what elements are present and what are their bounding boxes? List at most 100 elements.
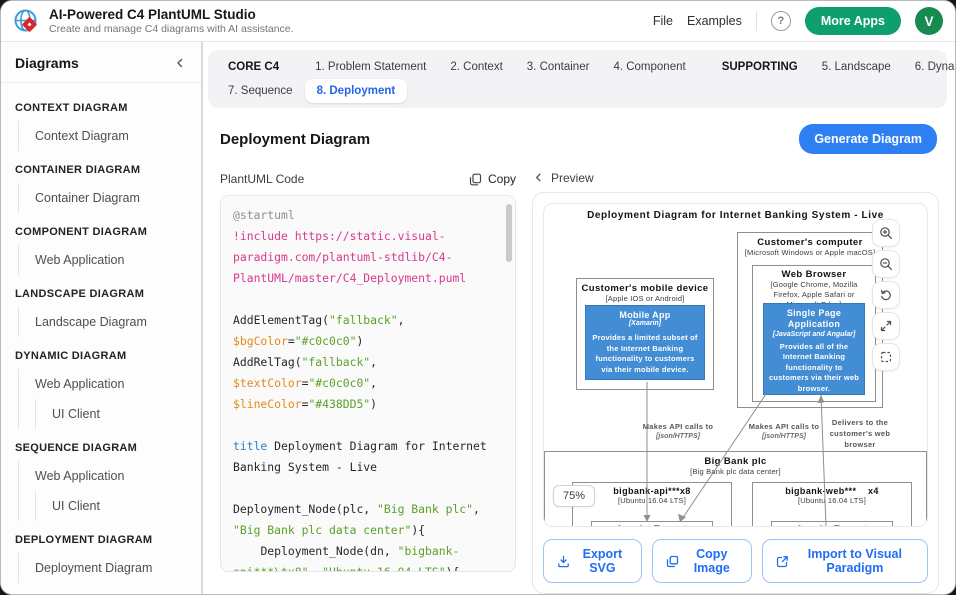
code-line: Deployment_Node(plc, "Big Bank plc", "Bi… [233, 499, 501, 541]
tab-7-sequence[interactable]: 7. Sequence [216, 79, 305, 103]
node-title: Customer's computer [738, 237, 882, 248]
node-title: Big Bank plc [545, 456, 926, 467]
edge-label-spa-api: Makes API calls to [json/HTTPS] [740, 422, 828, 440]
node-tech: [Microsoft Windows or Apple macOS] [738, 248, 882, 257]
tab-5-landscape[interactable]: 5. Landscape [810, 55, 903, 79]
tab-8-deployment[interactable]: 8. Deployment [305, 79, 408, 103]
edge-label-delivers: Delivers to the customer's web browser [829, 418, 891, 451]
node-tech: [Ubuntu 16.04 LTS] [753, 496, 911, 505]
tab-supporting[interactable]: SUPPORTING [710, 55, 810, 79]
sidebar-section-landscape-diagram: LANDSCAPE DIAGRAM [15, 283, 187, 307]
code-line: !include https://static.visual-paradigm.… [233, 226, 501, 289]
page-title: Deployment Diagram [220, 131, 370, 148]
code-line: Deployment_Node(dn, "bigbank-api***\tx8"… [233, 541, 501, 572]
sidebar-section-context-diagram: CONTEXT DIAGRAM [15, 97, 187, 121]
preview-label: Preview [551, 171, 594, 185]
code-line: AddRelTag("fallback", $textColor="#c0c0c… [233, 352, 501, 415]
node-title: Customer's mobile device [577, 283, 713, 294]
export-svg-button[interactable]: Export SVG [543, 539, 642, 583]
sidebar-item-web-application[interactable]: Web Application [19, 461, 187, 491]
sidebar-item-landscape-diagram[interactable]: Landscape Diagram [19, 307, 187, 337]
help-icon[interactable]: ? [771, 11, 791, 31]
sidebar-collapse-icon[interactable] [173, 56, 187, 70]
zoom-level-badge: 75% [553, 485, 595, 507]
sidebar-item-web-application[interactable]: Web Application [19, 369, 187, 399]
copy-image-icon [666, 555, 679, 568]
sidebar-item-ui-client[interactable]: UI Client [36, 399, 187, 429]
node-web-browser: Web Browser [Google Chrome, Mozilla Fire… [752, 265, 876, 402]
node-tech: [Ubuntu 16.04 LTS] [573, 496, 731, 505]
node-customers-computer: Customer's computer [Microsoft Windows o… [737, 232, 883, 408]
copy-code-button[interactable]: Copy [469, 172, 516, 186]
indent-guide: Web Application [18, 245, 187, 275]
node-title: Apache Tomcat [772, 524, 892, 527]
tab-core-c4[interactable]: CORE C4 [216, 55, 291, 79]
preview-controls [872, 219, 900, 371]
expand-icon[interactable] [872, 312, 900, 340]
tab-1-problem-statement[interactable]: 1. Problem Statement [303, 55, 438, 79]
sidebar-item-context-diagram[interactable]: Context Diagram [19, 121, 187, 151]
tab-3-container[interactable]: 3. Container [515, 55, 602, 79]
preview-card: Deployment Diagram for Internet Banking … [532, 192, 939, 594]
sidebar-item-deployment-diagram[interactable]: Deployment Diagram [19, 553, 187, 583]
node-title: bigbank-web*** x4 [753, 486, 911, 496]
code-line: @startuml [233, 205, 501, 226]
copy-image-label: Copy Image [686, 547, 738, 575]
node-apache-tomcat-web: Apache Tomcat [771, 521, 893, 527]
header-divider [756, 11, 757, 31]
generate-diagram-button[interactable]: Generate Diagram [799, 124, 937, 154]
indent-guide: Deployment Diagram [18, 553, 187, 583]
import-to-visual-paradigm-button[interactable]: Import to Visual Paradigm [762, 539, 928, 583]
more-apps-button[interactable]: More Apps [805, 7, 901, 35]
import-vp-label: Import to Visual Paradigm [796, 547, 914, 575]
edge-tech: [json/HTTPS] [624, 433, 732, 440]
copy-icon [469, 173, 482, 186]
tab-4-component[interactable]: 4. Component [601, 55, 697, 79]
container-desc: Provides a limited subset of the Interne… [589, 333, 701, 375]
node-title: bigbank-api***x8 [573, 486, 731, 496]
container-single-page-application: Single Page Application [JavaScript and … [763, 303, 865, 395]
node-bigbank-api: bigbank-api***x8 [Ubuntu 16.04 LTS] Apac… [572, 482, 732, 527]
edge-tech: [json/HTTPS] [740, 433, 828, 440]
edge-label-mobile-api: Makes API calls to [json/HTTPS] [624, 422, 732, 440]
preview-actions: Export SVG Copy Image [543, 539, 928, 583]
plantuml-code-editor[interactable]: @startuml!include https://static.visual-… [220, 195, 516, 572]
sidebar-title: Diagrams [15, 55, 79, 71]
container-tech: [JavaScript and Angular] [767, 331, 861, 338]
avatar[interactable]: V [915, 7, 943, 35]
indent-guide: UI Client [35, 491, 187, 521]
diagram-canvas[interactable]: Deployment Diagram for Internet Banking … [543, 203, 928, 527]
code-pane: PlantUML Code Copy @startuml!include htt… [220, 168, 516, 594]
sidebar-item-container-diagram[interactable]: Container Diagram [19, 183, 187, 213]
preview-collapse-icon[interactable] [532, 171, 545, 184]
node-tech: [Big Bank plc data center] [545, 467, 926, 476]
code-line: AddElementTag("fallback", $bgColor="#c0c… [233, 310, 501, 352]
reset-view-icon[interactable] [872, 281, 900, 309]
container-title: Single Page Application [767, 308, 861, 331]
sidebar-section-sequence-diagram: SEQUENCE DIAGRAM [15, 437, 187, 461]
download-icon [557, 555, 570, 568]
app-logo-icon [13, 8, 40, 35]
sidebar-section-dynamic-diagram: DYNAMIC DIAGRAM [15, 345, 187, 369]
zoom-in-icon[interactable] [872, 219, 900, 247]
node-apache-tomcat-api: Apache Tomcat [591, 521, 713, 527]
container-mobile-app: Mobile App [Xamarin] Provides a limited … [585, 305, 705, 380]
sidebar-item-web-application[interactable]: Web Application [19, 245, 187, 275]
fit-to-screen-icon[interactable] [872, 343, 900, 371]
copy-image-button[interactable]: Copy Image [652, 539, 752, 583]
edge-text: Makes API calls to [624, 422, 732, 433]
tab-2-context[interactable]: 2. Context [438, 55, 514, 79]
code-scrollbar[interactable] [506, 204, 512, 262]
sidebar-item-ui-client[interactable]: UI Client [36, 491, 187, 521]
menu-examples[interactable]: Examples [687, 14, 742, 28]
container-tech: [Xamarin] [589, 320, 701, 327]
menu-file[interactable]: File [653, 14, 673, 28]
tab-6-dynamic[interactable]: 6. Dynamic [903, 55, 956, 79]
zoom-out-icon[interactable] [872, 250, 900, 278]
main-content: CORE C4 1. Problem Statement2. Context3. … [203, 42, 955, 594]
node-title: Web Browser [753, 269, 875, 280]
indent-guide: Container Diagram [18, 183, 187, 213]
node-tech: [Apple IOS or Android] [577, 294, 713, 303]
node-big-bank-plc: Big Bank plc [Big Bank plc data center] … [544, 451, 927, 527]
node-bigbank-web: bigbank-web*** x4 [Ubuntu 16.04 LTS] Apa… [752, 482, 912, 527]
